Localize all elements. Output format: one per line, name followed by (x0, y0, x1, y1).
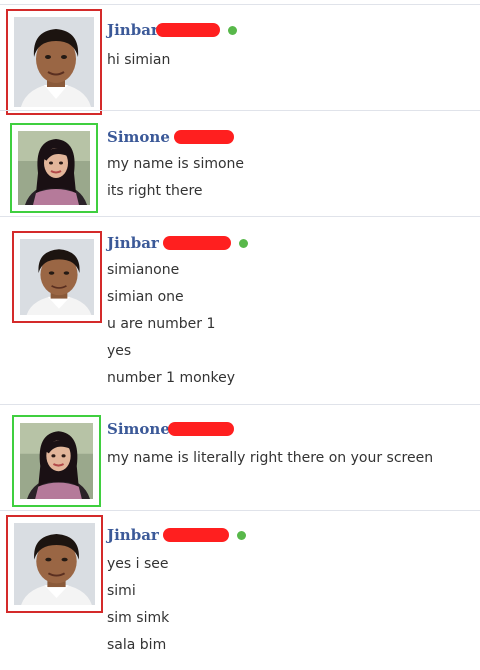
message-text: my name is simone (107, 156, 245, 172)
sender-name-link[interactable]: Simone (107, 419, 170, 439)
message-text: number 1 monkey (107, 370, 236, 386)
message-text: simian one (107, 289, 184, 305)
message-text: yes (107, 343, 132, 359)
redaction-mark (162, 236, 231, 250)
female-profile-photo (18, 131, 90, 205)
message-lines: my name is literally right there on your… (107, 445, 433, 472)
message-text: its right there (107, 183, 203, 199)
message-lines: my name is simone its right there (107, 151, 244, 205)
message-text: simianone (107, 262, 180, 278)
sender-row: Jinbar (107, 233, 248, 253)
chat-thread: Jinbar hi simian Simone my name is simon… (0, 0, 480, 670)
male-profile-photo (20, 239, 94, 315)
online-status-icon (236, 531, 246, 540)
message-text: u are number 1 (107, 316, 216, 332)
sender-name-link[interactable]: Simone (107, 127, 170, 147)
message-block: Jinbar yes i see simi sim simk sala bim (0, 510, 480, 670)
sender-name-link[interactable]: Jinbar (107, 20, 159, 40)
sender-row: Simone (107, 419, 234, 439)
avatar[interactable] (10, 123, 98, 213)
sender-row: Jinbar (107, 525, 246, 545)
redaction-mark (167, 422, 234, 436)
message-block: Simone my name is simone its right there (0, 110, 480, 216)
message-text: sala bim (107, 637, 167, 653)
sender-row: Jinbar (107, 20, 237, 40)
online-status-icon (227, 26, 237, 35)
redaction-mark (173, 130, 234, 144)
male-profile-photo (14, 17, 94, 107)
message-lines: yes i see simi sim simk sala bim (107, 551, 169, 659)
message-block: Jinbar simianone simian one u are number… (0, 216, 480, 404)
message-text: hi simian (107, 52, 171, 68)
avatar[interactable] (12, 415, 101, 507)
redaction-mark (162, 528, 229, 542)
sender-name-link[interactable]: Jinbar (107, 233, 159, 253)
message-text: my name is literally right there on your… (107, 450, 434, 466)
avatar[interactable] (12, 231, 102, 323)
message-text: yes i see (107, 556, 169, 572)
male-profile-photo (14, 523, 95, 605)
female-profile-photo (20, 423, 93, 499)
sender-row: Simone (107, 127, 234, 147)
message-lines: simianone simian one u are number 1 yes … (107, 257, 235, 392)
message-block: Simone my name is literally right there … (0, 404, 480, 508)
avatar[interactable] (6, 9, 102, 115)
message-block: Jinbar hi simian (0, 4, 480, 115)
message-text: simi (107, 583, 136, 599)
avatar[interactable] (6, 515, 103, 613)
online-status-icon (238, 239, 248, 248)
sender-name-link[interactable]: Jinbar (107, 525, 159, 545)
redaction-mark (155, 23, 220, 37)
message-text: sim simk (107, 610, 170, 626)
message-lines: hi simian (107, 47, 170, 74)
